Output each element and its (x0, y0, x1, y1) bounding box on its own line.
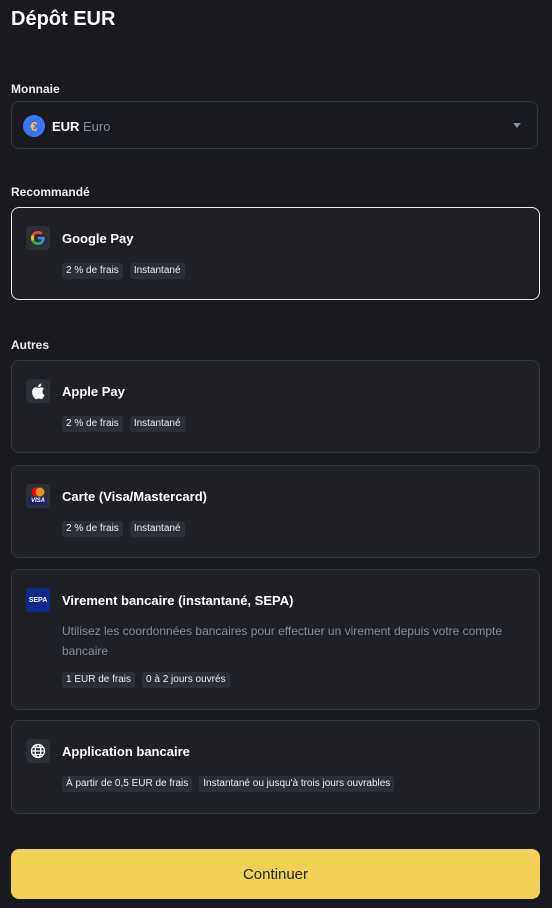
currency-name: Euro (83, 119, 111, 134)
currency-select[interactable]: € EUR Euro (11, 101, 538, 149)
chevron-down-icon (513, 123, 521, 128)
visa-label: VISA (28, 497, 47, 505)
payment-option-title: Application bancaire (62, 744, 190, 759)
tag-list: À partir de 0,5 EUR de frais Instantané … (62, 776, 395, 792)
tag-list: 2 % de frais Instantané (62, 263, 185, 279)
payment-option-title: Virement bancaire (instantané, SEPA) (62, 593, 294, 608)
payment-option-google-pay[interactable]: Google Pay 2 % de frais Instantané (11, 207, 540, 300)
google-icon (26, 226, 50, 250)
payment-option-title: Carte (Visa/Mastercard) (62, 489, 207, 504)
tag-list: 2 % de frais Instantané (62, 521, 185, 537)
currency-label: Monnaie (11, 82, 60, 96)
fee-badge: 1 EUR de frais (62, 672, 136, 688)
speed-badge: Instantané (129, 263, 185, 279)
apple-icon (26, 379, 50, 403)
tag-list: 2 % de frais Instantané (62, 416, 185, 432)
currency-code: EUR (52, 119, 80, 134)
page-title: Dépôt EUR (11, 8, 116, 30)
payment-option-apple-pay[interactable]: Apple Pay 2 % de frais Instantané (11, 360, 540, 453)
speed-badge: Instantané ou jusqu'à trois jours ouvrab… (199, 776, 395, 792)
payment-option-description: Utilisez les coordonnées bancaires pour … (62, 624, 503, 658)
fee-badge: 2 % de frais (62, 521, 123, 537)
speed-badge: Instantané (129, 521, 185, 537)
recommended-label: Recommandé (11, 185, 90, 199)
others-label: Autres (11, 338, 50, 352)
payment-option-card[interactable]: VISA Carte (Visa/Mastercard) 2 % de frai… (11, 465, 540, 558)
tag-list: 1 EUR de frais 0 à 2 jours ouvrés (62, 672, 230, 688)
speed-badge: 0 à 2 jours ouvrés (142, 672, 230, 688)
payment-option-sepa[interactable]: SEPA Virement bancaire (instantané, SEPA… (11, 569, 540, 710)
fee-badge: À partir de 0,5 EUR de frais (62, 776, 193, 792)
sepa-icon: SEPA (26, 588, 50, 612)
fee-badge: 2 % de frais (62, 416, 123, 432)
euro-icon: € (23, 115, 45, 137)
fee-badge: 2 % de frais (62, 263, 123, 279)
payment-option-bank-app[interactable]: Application bancaire À partir de 0,5 EUR… (11, 720, 540, 814)
speed-badge: Instantané (129, 416, 185, 432)
payment-option-title: Apple Pay (62, 384, 125, 399)
continue-button[interactable]: Continuer (11, 849, 540, 899)
payment-option-title: Google Pay (62, 231, 134, 246)
globe-icon (26, 739, 50, 763)
credit-card-icon: VISA (26, 484, 50, 508)
